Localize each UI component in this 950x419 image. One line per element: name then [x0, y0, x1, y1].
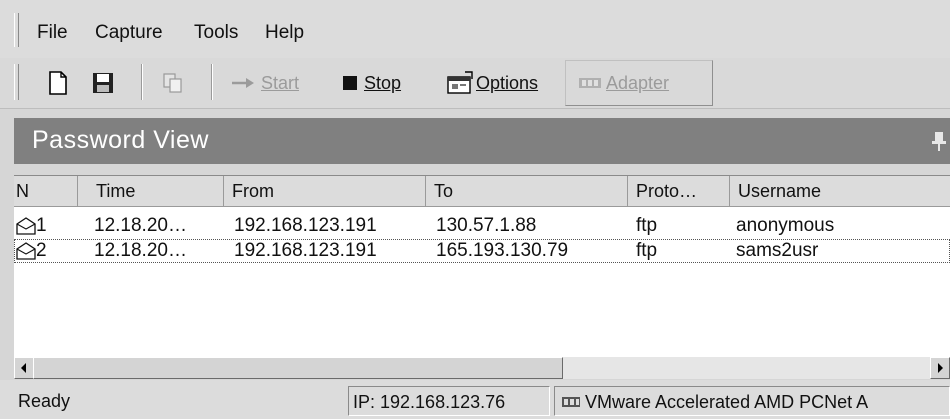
start-arrow-icon [232, 78, 254, 88]
cell-protocol: ftp [636, 215, 658, 236]
table-row[interactable]: 1 12.18.20… 192.168.123.191 130.57.1.88 … [14, 214, 950, 238]
menu-tools[interactable]: Tools [194, 22, 238, 44]
scrollbar-thumb[interactable] [33, 357, 563, 379]
arrow-left-icon [21, 363, 26, 373]
copy-button[interactable] [162, 64, 184, 102]
cell-n: 2 [36, 240, 47, 261]
stop-button[interactable]: Stop [342, 64, 401, 102]
menubar-grip[interactable] [14, 13, 19, 47]
cell-n: 1 [36, 215, 47, 236]
status-text: Ready [18, 391, 71, 411]
copy-icon [163, 73, 182, 93]
options-icon [447, 71, 473, 94]
column-from[interactable]: From [224, 176, 426, 206]
menu-help[interactable]: Help [265, 22, 304, 44]
menu-bar: File Capture Tools Help [0, 0, 950, 59]
pin-icon[interactable] [930, 130, 948, 152]
column-time[interactable]: Time [78, 176, 224, 206]
start-label: Start [261, 72, 300, 93]
options-button[interactable]: Options [446, 64, 538, 102]
cell-from: 192.168.123.191 [234, 240, 377, 261]
column-n[interactable]: N [14, 176, 78, 206]
envelope-icon [16, 242, 36, 260]
column-username[interactable]: Username [730, 176, 950, 206]
password-view-banner: Password View [14, 118, 950, 164]
menu-capture[interactable]: Capture [95, 22, 163, 44]
arrow-right-icon [938, 363, 943, 373]
adapter-label: Adapter [606, 72, 670, 93]
cell-time: 12.18.20… [94, 240, 187, 261]
status-adapter-label: VMware Accelerated AMD PCNet A [585, 392, 869, 412]
options-label: Options [476, 72, 539, 93]
stop-label: Stop [364, 72, 402, 93]
cell-to: 130.57.1.88 [436, 215, 537, 236]
menu-file[interactable]: File [37, 22, 68, 44]
list-header: N Time From To Proto… Username [14, 176, 950, 207]
page-title: Password View [32, 126, 209, 154]
new-button[interactable] [48, 64, 68, 102]
column-to[interactable]: To [426, 176, 628, 206]
network-adapter-icon [562, 397, 580, 407]
toolbar-separator [141, 64, 143, 100]
save-icon [93, 73, 113, 93]
status-ip: IP: 192.168.123.76 [348, 386, 550, 416]
status-adapter: VMware Accelerated AMD PCNet A [554, 386, 950, 416]
horizontal-scrollbar[interactable] [14, 357, 950, 379]
adapter-button[interactable]: Adapter [578, 64, 669, 102]
scroll-right-button[interactable] [930, 357, 950, 379]
stop-square-icon [343, 76, 357, 90]
adapter-icon [579, 78, 601, 88]
cell-username: sams2usr [736, 240, 819, 261]
envelope-icon [16, 217, 36, 235]
cell-to: 165.193.130.79 [436, 240, 569, 261]
toolbar: Start Stop Options Adapter [0, 58, 950, 109]
save-button[interactable] [92, 64, 114, 102]
scroll-left-button[interactable] [14, 357, 34, 379]
column-protocol[interactable]: Proto… [628, 176, 730, 206]
cell-from: 192.168.123.191 [234, 215, 377, 236]
cell-username: anonymous [736, 215, 835, 236]
password-list[interactable]: N Time From To Proto… Username 1 12.18.2… [14, 175, 950, 358]
toolbar-separator [211, 64, 213, 100]
toolbar-grip[interactable] [14, 64, 19, 100]
status-bar: Ready IP: 192.168.123.76 VMware Accelera… [0, 380, 950, 419]
cell-protocol: ftp [636, 240, 658, 261]
table-row[interactable]: 2 12.18.20… 192.168.123.191 165.193.130.… [14, 239, 950, 263]
new-file-icon [49, 71, 67, 95]
start-button[interactable]: Start [231, 64, 299, 102]
cell-time: 12.18.20… [94, 215, 187, 236]
